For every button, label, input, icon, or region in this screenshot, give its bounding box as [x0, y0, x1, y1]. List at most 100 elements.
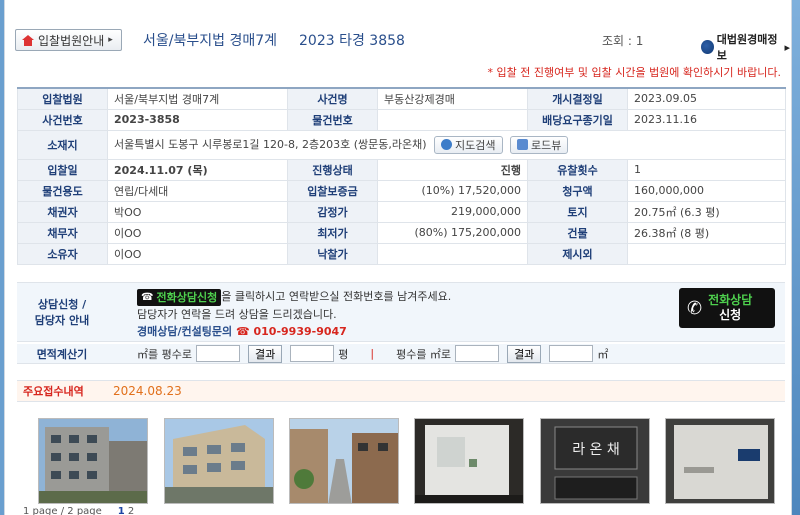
photo-gallery: 라 온 채 — [38, 418, 778, 504]
receipt-history: 주요접수내역 2024.08.23 — [17, 380, 785, 402]
consult-label: 상담신청 / 담당자 안내 — [17, 283, 107, 343]
case-number-value: 2023-3858 — [107, 108, 288, 131]
land-label: 토지 — [527, 200, 628, 223]
door-number-photo — [666, 419, 774, 503]
fail-count-value: 1 — [627, 158, 786, 181]
entrance-photo — [415, 419, 523, 503]
map-search-button[interactable]: 지도검색 — [434, 135, 503, 154]
roadview-button[interactable]: 로드뷰 — [510, 135, 569, 154]
supreme-court-link-label: 대법원경매정보 — [716, 33, 778, 62]
scroll-edge — [792, 0, 800, 515]
pyeong-input[interactable] — [455, 345, 500, 362]
winning-price-label: 낙찰가 — [287, 242, 378, 265]
pyeong-output[interactable] — [290, 345, 335, 362]
home-icon — [22, 34, 34, 46]
building-value: 26.38㎡ (8 평) — [627, 221, 786, 244]
table-row: 채권자 박OO 감정가 219,000,000 토지 20.75㎡ (6.3 평… — [17, 200, 786, 223]
consult-phone-number: 010-9939-9047 — [253, 325, 347, 338]
owner-value: 이OO — [107, 242, 288, 265]
pager-sep: / — [60, 506, 65, 515]
phone-consult-tag-label: 전화상담신청 — [156, 291, 218, 304]
court-label: 입찰법원 — [17, 87, 108, 110]
chevron-right-icon: ▸ — [784, 40, 790, 54]
property-photo[interactable] — [665, 418, 775, 504]
roadview-label: 로드뷰 — [531, 138, 562, 152]
court-value: 서울/북부지법 경매7계 — [107, 87, 288, 110]
pager-page-2[interactable]: 2 — [128, 506, 134, 515]
usage-value: 연립/다세대 — [107, 179, 288, 202]
claim-value: 160,000,000 — [627, 179, 786, 202]
exclude-value — [627, 242, 786, 265]
nameplate-photo: 라 온 채 — [541, 419, 649, 503]
table-row: 사건번호 2023-3858 물건번호 배당요구종기일 2023.11.16 — [17, 108, 786, 131]
deadline-label: 배당요구종기일 — [527, 108, 628, 131]
deposit-value: (10%) 17,520,000 — [377, 179, 528, 202]
phone-consult-tag[interactable]: ☎ 전화상담신청 — [137, 289, 222, 306]
sqm-input[interactable] — [195, 345, 240, 362]
claim-label: 청구액 — [527, 179, 628, 202]
view-count: 조회 : 1 — [602, 34, 644, 48]
table-row: 입찰법원 서울/북부지법 경매7계 사건명 부동산강제경매 개시결정일 2023… — [17, 87, 786, 110]
usage-label: 물건용도 — [17, 179, 108, 202]
supreme-court-logo-icon — [701, 40, 714, 54]
property-photo[interactable] — [414, 418, 524, 504]
table-row: 소유자 이OO 낙찰가 제시외 — [17, 242, 786, 265]
consult-label-line1: 상담신청 / — [37, 298, 87, 311]
chevron-right-icon: ▸ — [108, 35, 113, 45]
phone-consult-button[interactable]: ✆ 전화상담 신청 — [679, 288, 775, 328]
pyeong-to-sqm-text: 평수를 ㎡로 — [396, 347, 452, 361]
deadline-value: 2023.11.16 — [627, 108, 786, 131]
creditor-label: 채권자 — [17, 200, 108, 223]
court-info-button[interactable]: 입찰법원안내 ▸ — [15, 29, 122, 51]
sqm-result-button[interactable]: 결과 — [247, 344, 283, 363]
consult-line1: 을 클릭하시고 연락받으실 전화번호를 남겨주세요. — [221, 290, 452, 303]
phone-icon: ✆ — [687, 297, 703, 319]
minimum-price-label: 최저가 — [287, 221, 378, 244]
deposit-label: 입찰보증금 — [287, 179, 378, 202]
auction-info-table: 입찰법원 서울/북부지법 경매7계 사건명 부동산강제경매 개시결정일 2023… — [17, 87, 786, 265]
start-date-value: 2023.09.05 — [627, 87, 786, 110]
land-value: 20.75㎡ (6.3 평) — [627, 200, 786, 223]
case-name-value: 부동산강제경매 — [377, 87, 528, 110]
area-calculator-label: 면적계산기 — [36, 347, 88, 361]
exclude-label: 제시외 — [527, 242, 628, 265]
header: 입찰법원안내 ▸ 서울/북부지법 경매7계 2023 타경 3858 조회 : 1… — [15, 27, 790, 62]
supreme-court-link[interactable]: 대법원경매정보 ▸ — [701, 31, 790, 63]
consult-contact-label: 경매상담/컨설팅문의 — [137, 325, 233, 338]
sqm-unit: ㎡ — [597, 347, 609, 361]
address-label: 소재지 — [17, 129, 108, 160]
property-photo[interactable] — [289, 418, 399, 504]
property-photo[interactable]: 라 온 채 — [540, 418, 650, 504]
receipt-label: 주요접수내역 — [23, 385, 84, 398]
pager-prev[interactable]: 1 page — [23, 506, 58, 515]
owner-label: 소유자 — [17, 242, 108, 265]
sqm-to-pyeong-text: ㎡를 평수로 — [137, 347, 192, 361]
case-name-label: 사건명 — [287, 87, 378, 110]
consult-label-line2: 담당자 안내 — [34, 314, 90, 327]
map-search-label: 지도검색 — [455, 138, 496, 152]
property-photo[interactable] — [38, 418, 148, 504]
consult-section: 상담신청 / 담당자 안내 ☎ 전화상담신청 을 클릭하시고 연락받으실 전화번호를… — [17, 282, 785, 342]
table-row: 채무자 이OO 최저가 (80%) 175,200,000 건물 26.38㎡ … — [17, 221, 786, 244]
building-side-photo — [165, 419, 273, 503]
table-row: 소재지 서울특별시 도봉구 시루봉로1길 120-8, 2층203호 (쌍문동,… — [17, 129, 786, 160]
page-title: 서울/북부지법 경매7계 2023 타경 3858 — [143, 30, 405, 50]
phone-consult-button-line2: 신청 — [719, 308, 742, 322]
phone-icon: ☎ — [141, 292, 154, 303]
consult-body: ☎ 전화상담신청 을 클릭하시고 연락받으실 전화번호를 남겨주세요. 담당자가 연… — [137, 288, 451, 340]
bid-notice: * 입찰 전 진행여부 및 입찰 시간을 법원에 확인하시기 바랍니다. — [487, 66, 781, 79]
status-label: 진행상태 — [287, 158, 378, 181]
pyeong-result-button[interactable]: 결과 — [507, 344, 542, 363]
bid-date-label: 입찰일 — [17, 158, 108, 181]
consult-contact: 경매상담/컨설팅문의 ☎ 010-9939-9047 — [137, 323, 451, 340]
pager-page-1[interactable]: 1 — [118, 506, 125, 515]
fail-count-label: 유찰횟수 — [527, 158, 628, 181]
svg-text:라 온 채: 라 온 채 — [572, 442, 620, 458]
pager-total: 2 page — [67, 506, 102, 515]
bid-date-value: 2024.11.07 (목) — [107, 158, 288, 181]
creditor-value: 박OO — [107, 200, 288, 223]
minimum-price-value: (80%) 175,200,000 — [377, 221, 528, 244]
sqm-output[interactable] — [549, 345, 594, 362]
roadview-icon — [517, 139, 529, 150]
property-photo[interactable] — [164, 418, 274, 504]
